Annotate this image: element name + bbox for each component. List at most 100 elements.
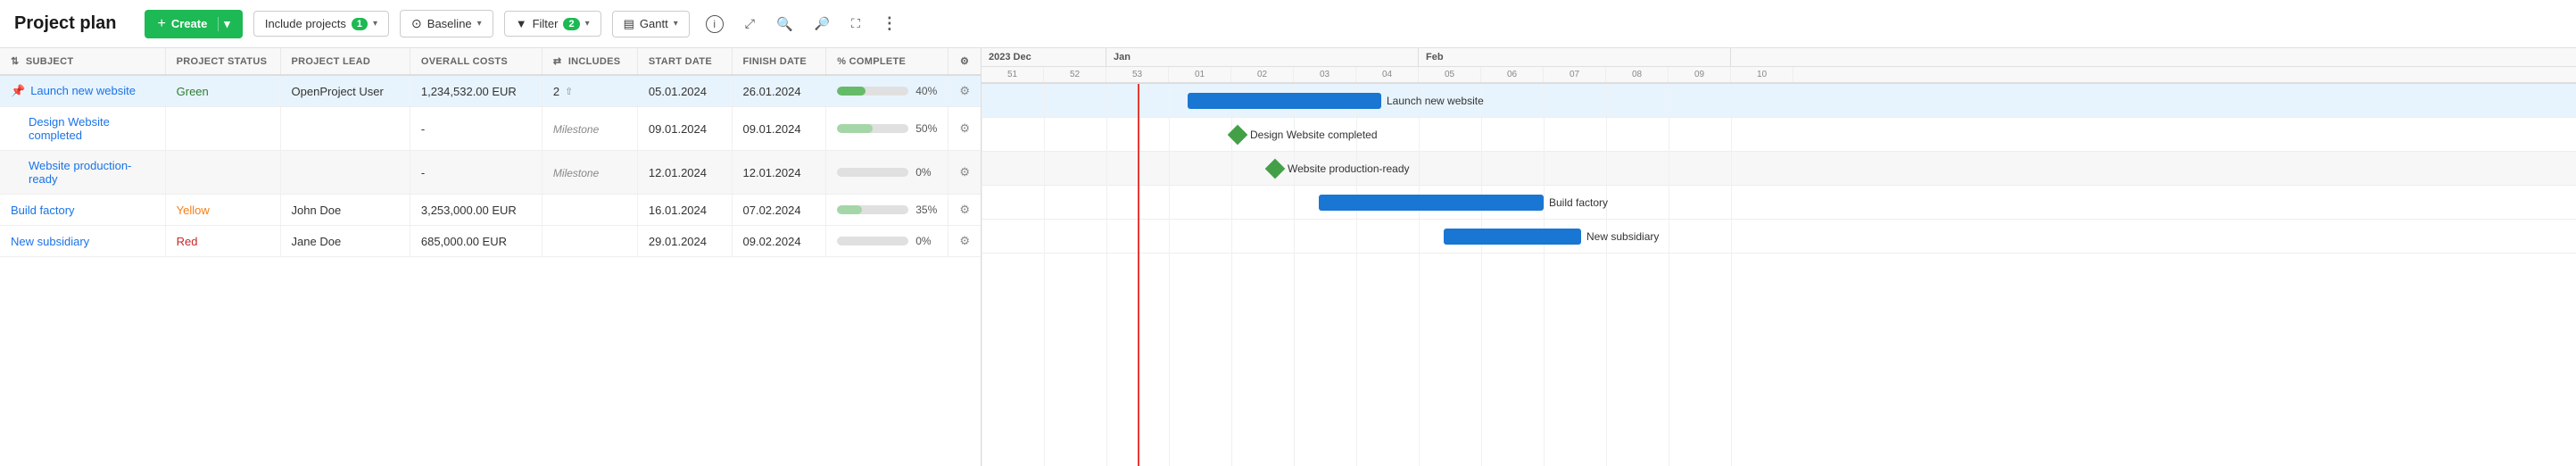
subject-text[interactable]: Design Website completed <box>29 115 110 142</box>
gantt-diamond-label: Website production-ready <box>1288 162 1410 175</box>
cell-overall-costs: - <box>410 151 542 195</box>
gantt-grid-line <box>1481 84 1482 466</box>
cell-pct-complete: 35% <box>826 195 948 226</box>
gantt-week-label: 10 <box>1731 67 1793 82</box>
table-row: Design Website completed -Milestone 09.01.… <box>0 107 981 151</box>
gantt-bar[interactable] <box>1319 195 1544 211</box>
col-project-lead[interactable]: Project Lead <box>280 48 410 75</box>
baseline-chevron-icon: ▾ <box>477 19 482 29</box>
subject-text[interactable]: Launch new website <box>30 84 136 97</box>
gantt-grid-line <box>1356 84 1357 466</box>
zoom-in-button[interactable]: 🔍 <box>771 11 799 37</box>
gantt-bar[interactable] <box>1444 229 1581 245</box>
col-overall-costs[interactable]: Overall Costs <box>410 48 542 75</box>
gantt-grid-line <box>1231 84 1232 466</box>
table-row: Build factoryYellowJohn Doe3,253,000.00 … <box>0 195 981 226</box>
baseline-label: Baseline <box>427 17 472 30</box>
gantt-week-label: 09 <box>1669 67 1731 82</box>
expand-button[interactable]: ⤢ <box>740 11 760 37</box>
includes-count: 2 <box>553 85 559 98</box>
gantt-grid-line <box>1169 84 1170 466</box>
subject-text[interactable]: Website production-ready <box>29 159 131 186</box>
filter-badge: 2 <box>563 18 579 30</box>
plus-icon: + <box>157 16 165 32</box>
gantt-diamond[interactable] <box>1265 158 1286 179</box>
gantt-week-label: 52 <box>1044 67 1106 82</box>
cell-start-date: 12.01.2024 <box>637 151 732 195</box>
include-projects-button[interactable]: Include projects 1 ▾ <box>253 11 389 37</box>
info-icon: i <box>706 15 724 33</box>
create-button[interactable]: + Create ▾ <box>145 10 242 38</box>
subject-text[interactable]: Build factory <box>11 204 75 217</box>
include-projects-chevron-icon: ▾ <box>373 19 377 29</box>
gantt-month-label: Feb <box>1419 48 1731 66</box>
cell-finish-date: 26.01.2024 <box>732 75 826 107</box>
cell-includes: 2 ⇧ <box>542 75 637 107</box>
gantt-week-label: 04 <box>1356 67 1419 82</box>
gantt-row: New subsidiary <box>982 220 2576 254</box>
col-subject[interactable]: ⇅ Subject <box>0 48 165 75</box>
col-includes[interactable]: ⇄ Includes <box>542 48 637 75</box>
cell-overall-costs: 3,253,000.00 EUR <box>410 195 542 226</box>
fullscreen-icon: ⛶ <box>851 16 860 31</box>
gantt-months-row: 2023 DecJanFeb <box>982 48 2576 67</box>
includes-icon: ⇄ <box>553 56 562 67</box>
row-settings-icon[interactable]: ⚙ <box>959 121 970 135</box>
gantt-weeks-row: 51525301020304050607080910 <box>982 67 2576 82</box>
row-settings-icon[interactable]: ⚙ <box>959 84 970 97</box>
cell-subject: Website production-ready <box>0 151 165 195</box>
fullscreen-button[interactable]: ⛶ <box>846 11 866 37</box>
gantt-week-label: 53 <box>1106 67 1169 82</box>
subject-text[interactable]: New subsidiary <box>11 235 89 248</box>
gantt-header: 2023 DecJanFeb 5152530102030405060708091… <box>982 48 2576 84</box>
more-options-button[interactable]: ⋮ <box>876 9 903 38</box>
info-button[interactable]: i <box>700 10 729 38</box>
page-title: Project plan <box>14 13 116 34</box>
gantt-bar-label: Launch new website <box>1387 95 1484 107</box>
gantt-week-label: 03 <box>1294 67 1356 82</box>
cell-overall-costs: 685,000.00 EUR <box>410 226 542 257</box>
cell-includes <box>542 195 637 226</box>
gantt-month-label: 2023 Dec <box>982 48 1106 66</box>
cell-project-lead <box>280 107 410 151</box>
gantt-week-label: 08 <box>1606 67 1669 82</box>
content-area: ⇅ Subject Project Status Project Lead Ov… <box>0 48 2576 466</box>
cell-settings: ⚙ <box>948 226 981 257</box>
cell-start-date: 09.01.2024 <box>637 107 732 151</box>
gantt-grid-line <box>1294 84 1295 466</box>
cell-overall-costs: - <box>410 107 542 151</box>
col-project-status[interactable]: Project Status <box>165 48 280 75</box>
create-label: Create <box>171 17 207 30</box>
include-projects-label: Include projects <box>265 17 346 30</box>
today-line <box>1138 84 1139 466</box>
gantt-row: Design Website completed <box>982 118 2576 152</box>
create-dropdown-icon[interactable]: ▾ <box>218 17 230 31</box>
zoom-in-icon: 🔍 <box>776 16 793 32</box>
cell-start-date: 29.01.2024 <box>637 226 732 257</box>
row-settings-icon[interactable]: ⚙ <box>959 234 970 247</box>
cell-settings: ⚙ <box>948 151 981 195</box>
baseline-icon: ⊙ <box>411 16 422 31</box>
milestone-label: Milestone <box>553 123 599 136</box>
gantt-button[interactable]: ▤ Gantt ▾ <box>612 11 690 37</box>
cell-start-date: 16.01.2024 <box>637 195 732 226</box>
col-finish-date[interactable]: Finish Date <box>732 48 826 75</box>
chevron-up-icon[interactable]: ⇧ <box>565 86 573 97</box>
col-pct-complete[interactable]: % Complete <box>826 48 948 75</box>
col-settings[interactable]: ⚙ <box>948 48 981 75</box>
baseline-button[interactable]: ⊙ Baseline ▾ <box>400 10 493 37</box>
cell-overall-costs: 1,234,532.00 EUR <box>410 75 542 107</box>
toolbar: Project plan + Create ▾ Include projects… <box>0 0 2576 48</box>
zoom-out-button[interactable]: 🔎 <box>809 11 835 37</box>
col-start-date[interactable]: Start Date <box>637 48 732 75</box>
row-settings-icon[interactable]: ⚙ <box>959 203 970 216</box>
cell-project-lead: OpenProject User <box>280 75 410 107</box>
cell-project-lead <box>280 151 410 195</box>
cell-subject: New subsidiary <box>0 226 165 257</box>
gantt-grid-line <box>1606 84 1607 466</box>
filter-button[interactable]: ▼ Filter 2 ▾ <box>504 11 601 37</box>
gantt-bar[interactable] <box>1188 93 1381 109</box>
cell-pct-complete: 40% <box>826 75 948 107</box>
row-settings-icon[interactable]: ⚙ <box>959 165 970 179</box>
cell-subject: Design Website completed <box>0 107 165 151</box>
